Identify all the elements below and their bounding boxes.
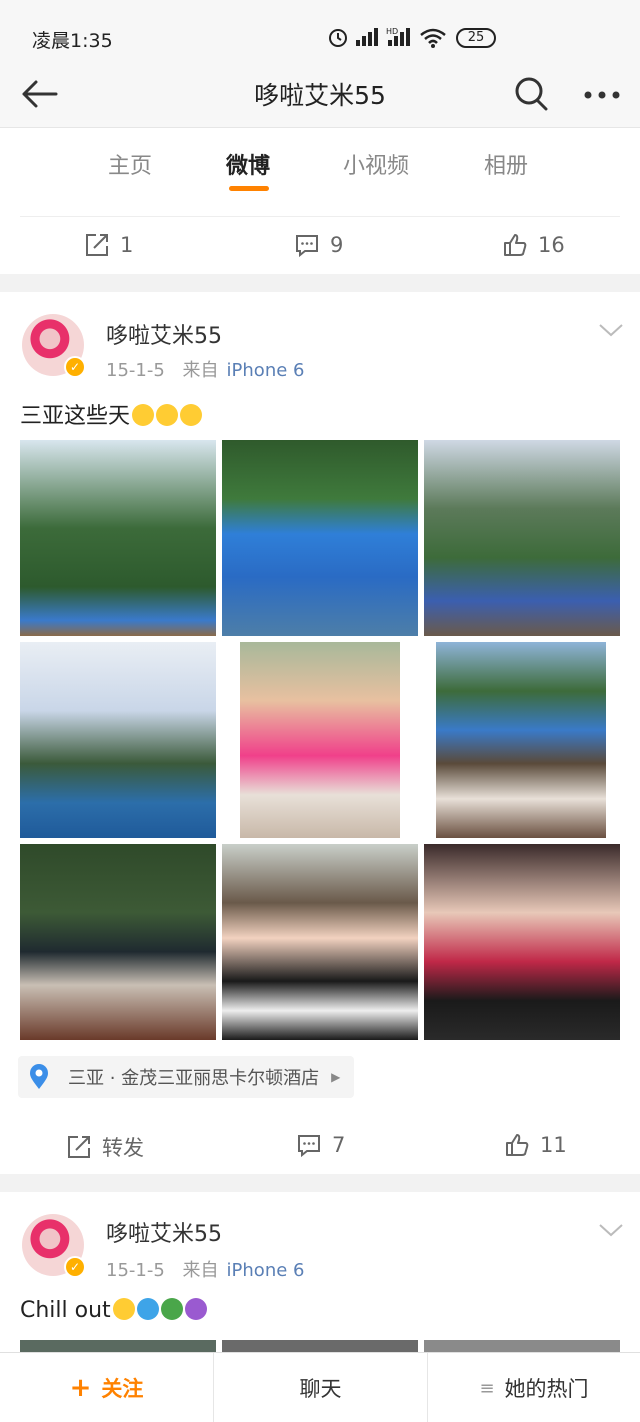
like-icon — [504, 234, 527, 256]
chevron-down-icon[interactable] — [598, 322, 624, 338]
photo-thumbnail[interactable] — [424, 1340, 620, 1352]
profile-tabs: 主页 微博 小视频 相册 — [0, 128, 640, 198]
follow-label: 关注 — [101, 1377, 144, 1401]
post-card: ✓ 哆啦艾米55 15-1-5 来自 iPhone 6 三亚这些天 三亚 · 金… — [0, 292, 640, 1174]
status-time: 凌晨1:35 — [32, 30, 113, 52]
post-text: Chill out — [20, 1298, 207, 1323]
svg-text:HD: HD — [386, 27, 398, 36]
comment-count: 7 — [332, 1133, 346, 1157]
post-meta: 15-1-5 来自 iPhone 6 — [106, 356, 304, 382]
emoji-icon — [156, 404, 179, 426]
post-meta: 15-1-5 来自 iPhone 6 — [106, 1256, 304, 1282]
tab-indicator — [229, 186, 269, 191]
chat-label: 聊天 — [299, 1377, 342, 1401]
hd-signal-icon: HD — [386, 27, 410, 46]
photo-thumbnail[interactable] — [222, 844, 418, 1040]
post-username[interactable]: 哆啦艾米55 — [106, 318, 222, 350]
prev-like-button[interactable]: 16 — [502, 232, 565, 258]
prev-like-count: 16 — [538, 233, 565, 257]
post-card: ✓ 哆啦艾米55 15-1-5 来自 iPhone 6 Chill out — [0, 1192, 640, 1352]
plus-icon: + — [69, 1373, 92, 1403]
emoji-icon — [112, 1298, 135, 1320]
prev-repost-button[interactable]: 1 — [84, 232, 133, 258]
like-button[interactable]: 11 — [504, 1132, 567, 1158]
palm-tree-emoji-icon — [160, 1298, 183, 1320]
photo-thumbnail[interactable] — [222, 1340, 418, 1352]
bottom-action-bar: + 关注 聊天 ≡ 她的热门 — [0, 1352, 640, 1422]
photo-thumbnail[interactable] — [424, 440, 620, 636]
photo-thumbnail[interactable] — [20, 642, 216, 838]
location-name: 三亚 · 金茂三亚丽思卡尔顿酒店 — [68, 1068, 320, 1089]
like-count: 11 — [540, 1133, 567, 1157]
caret-right-icon: ▶ — [331, 1070, 341, 1084]
status-bar: 凌晨1:35 HD 25 — [0, 0, 640, 66]
emoji-icon — [180, 404, 203, 426]
chevron-down-icon[interactable] — [598, 1222, 624, 1238]
repost-icon — [68, 1136, 90, 1158]
post-source-label: 来自 — [182, 1260, 219, 1281]
post-date: 15-1-5 — [106, 1260, 165, 1281]
post-text: 三亚这些天 — [20, 398, 203, 430]
prev-comment-count: 9 — [330, 233, 344, 257]
tab-album[interactable]: 相册 — [484, 148, 528, 180]
tab-videos[interactable]: 小视频 — [343, 148, 409, 180]
photo-thumbnail[interactable] — [240, 642, 400, 838]
photo-thumbnail[interactable] — [424, 844, 620, 1040]
photo-thumbnail[interactable] — [436, 642, 606, 838]
post-username[interactable]: 哆啦艾米55 — [106, 1216, 222, 1248]
post-date: 15-1-5 — [106, 360, 165, 381]
tab-home[interactable]: 主页 — [108, 148, 152, 180]
comment-icon — [298, 1135, 320, 1158]
post-text-content: Chill out — [20, 1298, 111, 1323]
hot-posts-button[interactable]: ≡ 她的热门 — [427, 1353, 640, 1422]
people-emoji-icon — [184, 1298, 207, 1320]
list-icon: ≡ — [479, 1377, 495, 1399]
emoji-icon — [132, 404, 155, 426]
follow-button[interactable]: + 关注 — [0, 1353, 213, 1422]
like-icon — [506, 1134, 529, 1156]
search-icon[interactable] — [514, 76, 548, 112]
location-tag[interactable]: 三亚 · 金茂三亚丽思卡尔顿酒店 ▶ — [18, 1056, 355, 1098]
comment-icon — [296, 235, 318, 258]
weibo-profile-screen: 凌晨1:35 HD 25 哆啦艾米55 主页 微博 小视频 相册 1 9 16 … — [0, 0, 640, 1422]
photo-thumbnail[interactable] — [20, 844, 216, 1040]
tab-weibo[interactable]: 微博 — [226, 148, 270, 180]
repost-icon — [86, 234, 108, 256]
photo-thumbnail[interactable] — [222, 440, 418, 636]
photo-thumbnail[interactable] — [20, 1340, 216, 1352]
divider — [20, 216, 620, 217]
verified-badge-icon: ✓ — [64, 356, 86, 378]
more-icon[interactable] — [584, 90, 620, 100]
hot-posts-label: 她的热门 — [504, 1377, 589, 1401]
post-device[interactable]: iPhone 6 — [227, 360, 305, 381]
battery-indicator: 25 — [456, 28, 496, 48]
signal-icon — [356, 28, 378, 46]
verified-badge-icon: ✓ — [64, 1256, 86, 1278]
prev-comment-button[interactable]: 9 — [294, 232, 343, 258]
nav-bar: 哆啦艾米55 — [0, 66, 640, 128]
comment-button[interactable]: 7 — [296, 1132, 345, 1158]
wave-emoji-icon — [136, 1298, 159, 1320]
photo-grid — [20, 440, 620, 1040]
prev-post-card: 1 9 16 — [0, 198, 640, 274]
alarm-icon — [329, 29, 347, 47]
post-text-content: 三亚这些天 — [20, 404, 131, 429]
repost-label: 转发 — [102, 1136, 144, 1160]
wifi-icon — [420, 28, 446, 48]
location-pin-icon — [30, 1064, 48, 1089]
photo-thumbnail[interactable] — [20, 440, 216, 636]
post-source-label: 来自 — [182, 360, 219, 381]
repost-button[interactable]: 转发 — [66, 1132, 144, 1162]
chat-button[interactable]: 聊天 — [213, 1353, 427, 1422]
prev-repost-count: 1 — [120, 233, 134, 257]
post-device[interactable]: iPhone 6 — [227, 1260, 305, 1281]
